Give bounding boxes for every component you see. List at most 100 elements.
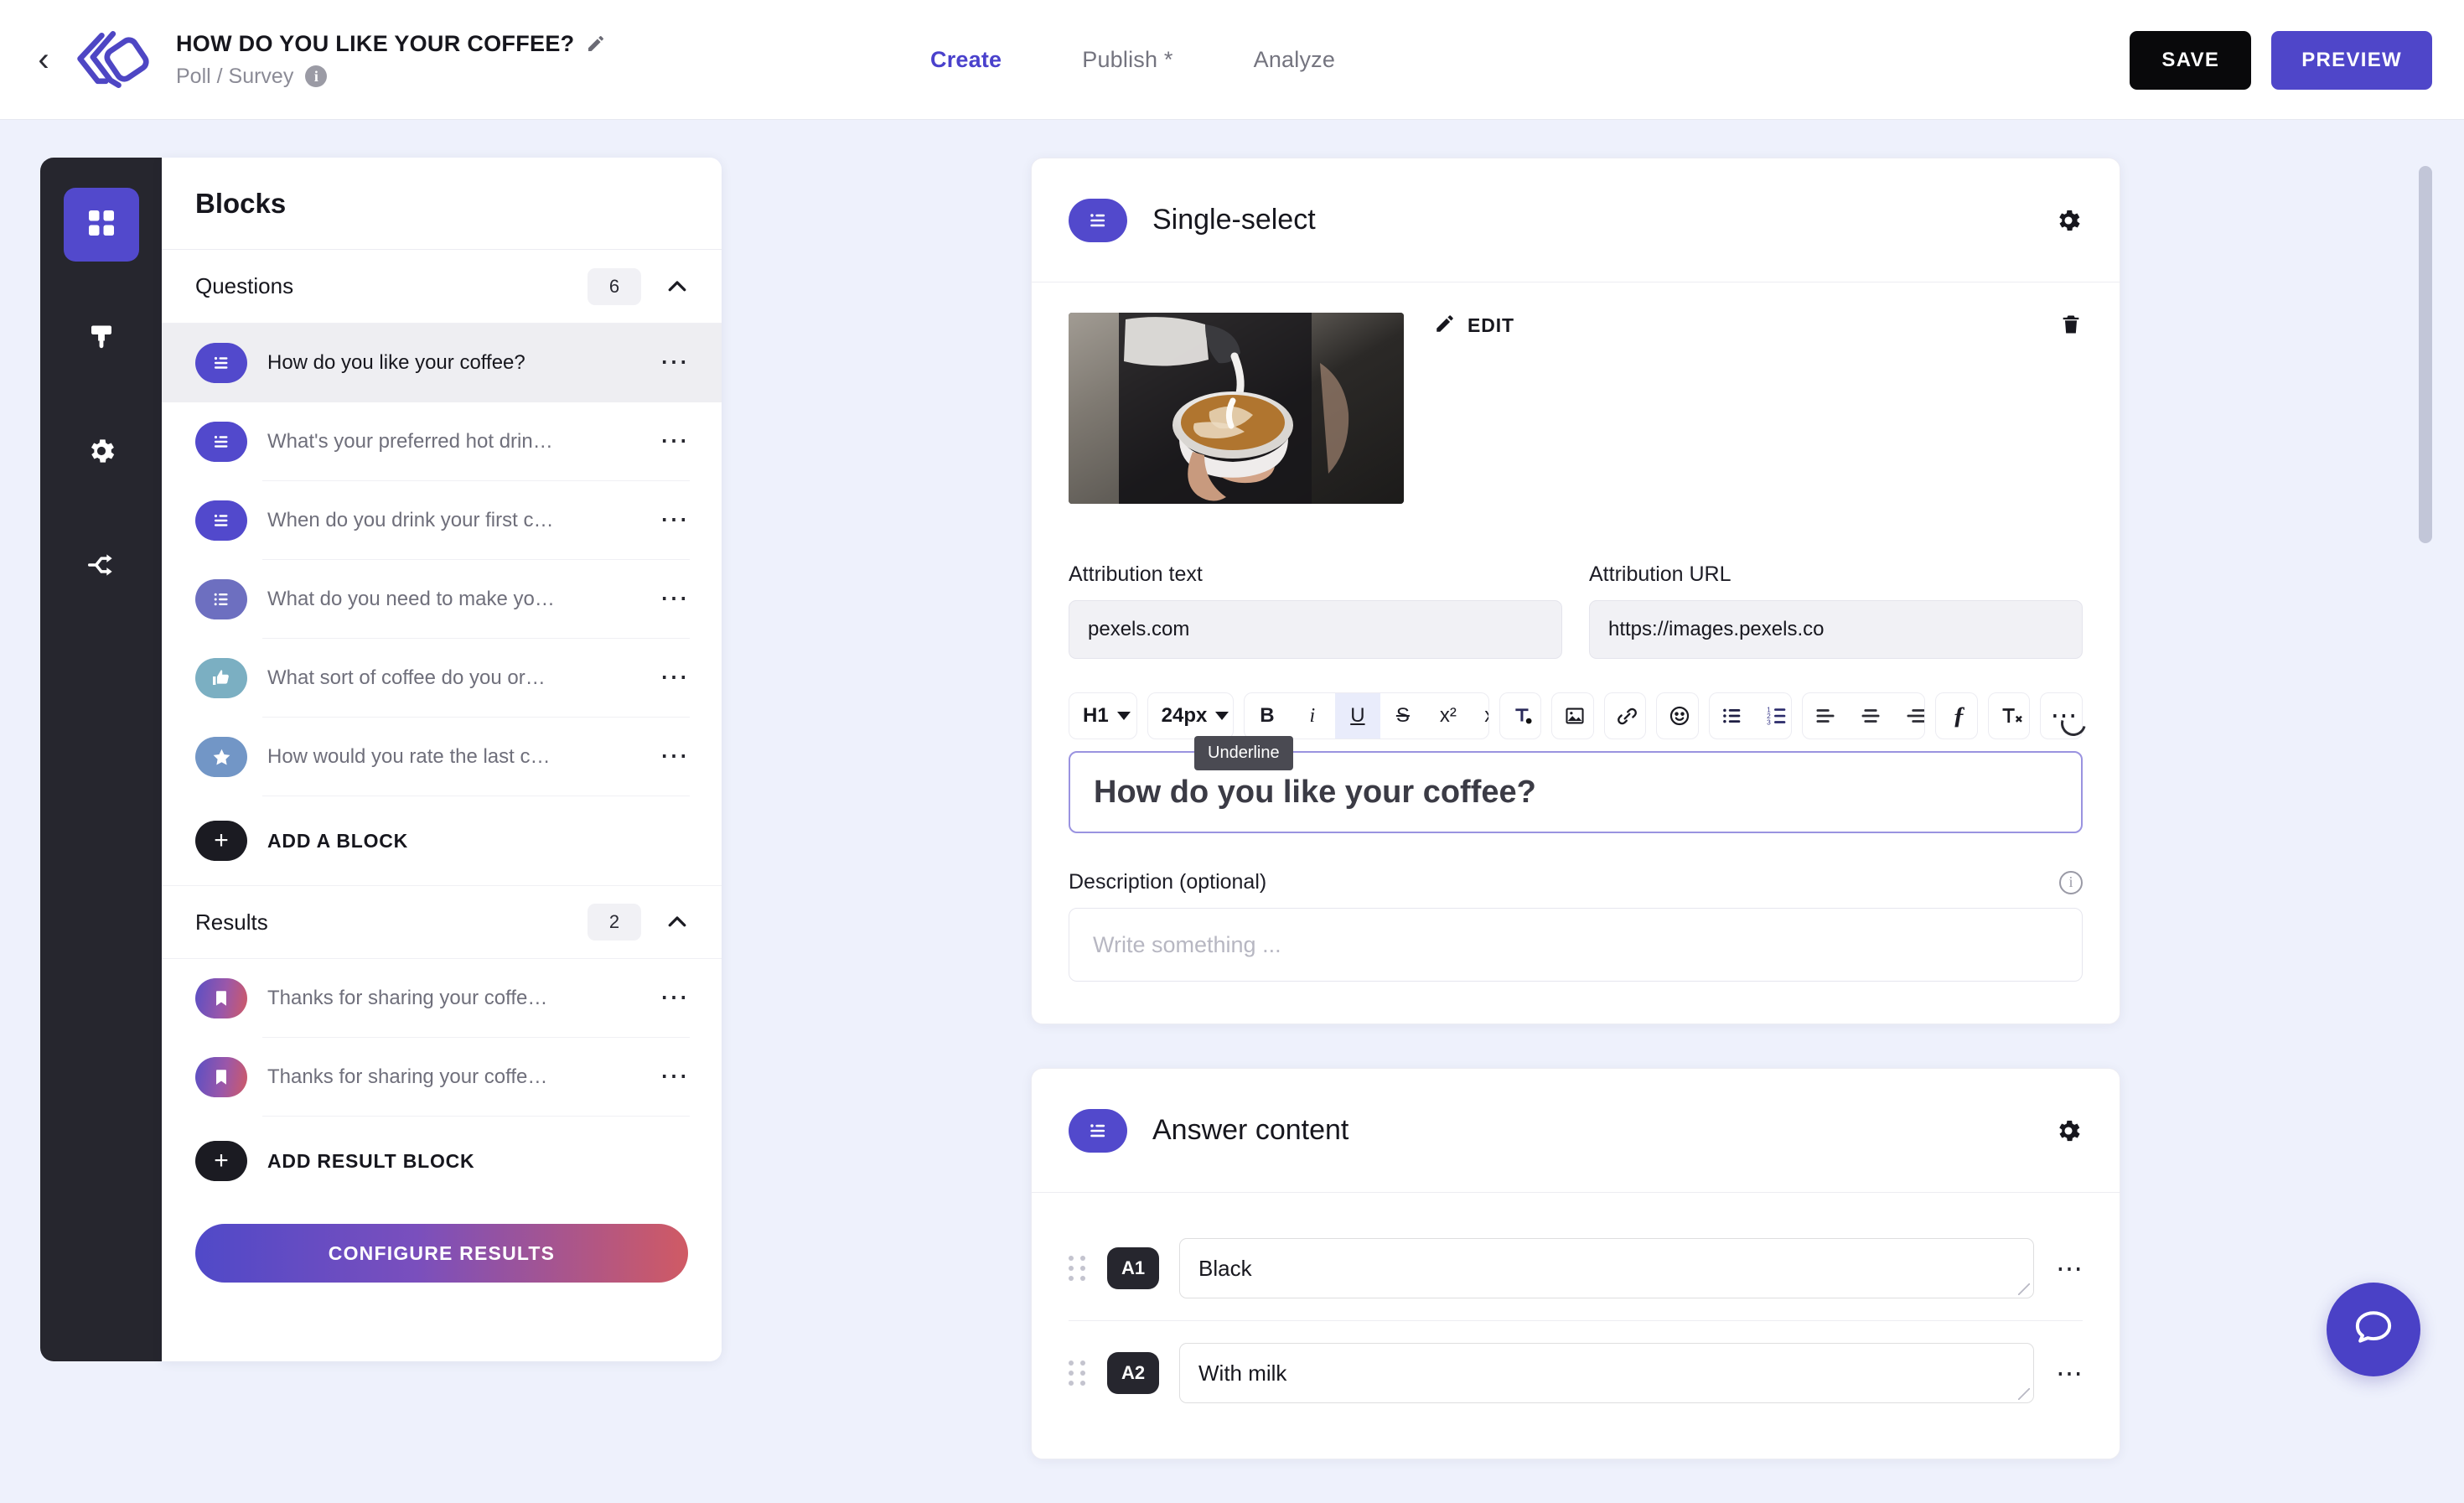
block-row-result-1[interactable]: Thanks for sharing your coffe… ⋯ [162, 959, 722, 1038]
font-size-select[interactable]: 24px [1147, 692, 1234, 739]
answer-text-value: Black [1198, 1256, 1252, 1282]
block-row-question-5[interactable]: What sort of coffee do you or… ⋯ [162, 639, 722, 718]
chevron-down-icon [1215, 712, 1229, 720]
chevron-down-icon [1117, 712, 1131, 720]
strikethrough-button[interactable]: S [1380, 693, 1426, 739]
attribution-url-input[interactable] [1589, 600, 2083, 659]
heading-select-value: H1 [1083, 704, 1109, 728]
block-row-question-3[interactable]: When do you drink your first c… ⋯ [162, 481, 722, 560]
align-center-icon[interactable] [1848, 693, 1893, 739]
tab-publish[interactable]: Publish * [1082, 47, 1172, 73]
bullet-list-icon[interactable] [1710, 693, 1755, 739]
answer-text-value: With milk [1198, 1360, 1286, 1386]
gear-icon [85, 435, 117, 471]
description-label-row: Description (optional) i [1069, 870, 2083, 894]
block-more-options-icon[interactable]: ⋯ [660, 436, 690, 448]
numbered-list-icon[interactable]: 123 [1755, 693, 1792, 739]
link-icon[interactable] [1605, 693, 1647, 739]
align-left-icon[interactable] [1803, 693, 1848, 739]
preview-button[interactable]: PREVIEW [2271, 31, 2432, 90]
answer-text-input[interactable]: With milk [1179, 1343, 2034, 1403]
block-row-question-2[interactable]: What's your preferred hot drin… ⋯ [162, 402, 722, 481]
chevron-up-icon[interactable] [665, 274, 690, 299]
superscript-button[interactable]: x² [1426, 693, 1471, 739]
answer-row-a2: A2 With milk ⋯ [1069, 1320, 2083, 1425]
chat-support-button[interactable] [2327, 1283, 2420, 1376]
underline-button[interactable]: U [1335, 693, 1380, 739]
block-more-options-icon[interactable]: ⋯ [660, 515, 690, 526]
info-icon[interactable]: i [305, 65, 327, 87]
block-more-options-icon[interactable]: ⋯ [660, 751, 690, 763]
answer-text-input[interactable]: Black [1179, 1238, 2034, 1298]
block-label: Thanks for sharing your coffe… [267, 987, 660, 1010]
question-card-body: EDIT Attribution text Attribution URL [1032, 282, 2120, 1024]
heading-select[interactable]: H1 [1069, 692, 1137, 739]
canvas-scrollbar-thumb[interactable] [2419, 166, 2432, 543]
image-icon[interactable] [1552, 693, 1594, 739]
answer-card-title: Answer content [1152, 1114, 2054, 1147]
chat-bubble-icon [2350, 1304, 2397, 1355]
svg-text:3: 3 [1767, 718, 1771, 726]
rail-item-settings[interactable] [64, 416, 139, 490]
info-icon[interactable]: i [2059, 871, 2083, 894]
block-label: What do you need to make yo… [267, 588, 660, 611]
question-image-thumbnail[interactable] [1069, 313, 1404, 504]
answer-more-options-icon[interactable]: ⋯ [2056, 1368, 2083, 1379]
rail-item-blocks[interactable] [64, 188, 139, 262]
block-row-question-1[interactable]: How do you like your coffee? ⋯ [162, 324, 722, 402]
pencil-icon [1434, 313, 1456, 339]
drag-handle-icon[interactable] [1069, 1256, 1090, 1281]
block-row-question-4[interactable]: What do you need to make yo… ⋯ [162, 560, 722, 639]
edit-image-button[interactable]: EDIT [1434, 313, 1514, 339]
results-section-header[interactable]: Results 2 [162, 885, 722, 959]
gear-icon[interactable] [2054, 1117, 2083, 1145]
italic-button[interactable]: i [1290, 693, 1335, 739]
chevron-up-icon[interactable] [665, 910, 690, 935]
trash-icon[interactable] [2059, 313, 2083, 340]
answer-more-options-icon[interactable]: ⋯ [2056, 1263, 2083, 1274]
rail-item-design[interactable] [64, 302, 139, 376]
gear-icon[interactable] [2054, 206, 2083, 235]
resize-handle-icon[interactable] [2018, 1388, 2030, 1400]
bookmark-icon [195, 978, 247, 1018]
app-logo-icon[interactable] [69, 23, 149, 96]
attribution-row: Attribution text Attribution URL [1069, 562, 2083, 659]
align-right-icon[interactable] [1893, 693, 1926, 739]
formula-icon[interactable]: ƒ [1936, 693, 1978, 739]
tab-create[interactable]: Create [930, 47, 1002, 73]
blocks-panel: Blocks Questions 6 How do you like your … [162, 158, 722, 1361]
subscript-button[interactable]: x₂ [1471, 693, 1489, 739]
block-more-options-icon[interactable]: ⋯ [660, 672, 690, 684]
underline-tooltip: Underline [1194, 736, 1293, 770]
block-row-question-6[interactable]: How would you rate the last c… ⋯ [162, 718, 722, 796]
description-input[interactable]: Write something ... [1069, 908, 2083, 982]
configure-results-button[interactable]: CONFIGURE RESULTS [195, 1224, 688, 1283]
emoji-icon[interactable] [1657, 693, 1699, 739]
answer-content-card: Answer content A1 Black ⋯ A2 With milk [1031, 1068, 2120, 1459]
attribution-text-input[interactable] [1069, 600, 1562, 659]
edit-title-pencil-icon[interactable] [586, 34, 606, 54]
single-select-icon [1069, 1109, 1127, 1153]
drag-handle-icon[interactable] [1069, 1360, 1090, 1386]
description-placeholder: Write something ... [1093, 932, 1281, 958]
answer-badge: A1 [1107, 1247, 1159, 1289]
block-more-options-icon[interactable]: ⋯ [660, 593, 690, 605]
tab-analyze[interactable]: Analyze [1254, 47, 1335, 73]
block-more-options-icon[interactable]: ⋯ [660, 992, 690, 1004]
back-chevron-icon[interactable]: ‹ [22, 43, 65, 76]
text-color-icon[interactable] [1500, 693, 1542, 739]
attribution-text-field: Attribution text [1069, 562, 1562, 659]
block-row-result-2[interactable]: Thanks for sharing your coffe… ⋯ [162, 1038, 722, 1117]
insert-link-group [1604, 692, 1647, 739]
block-more-options-icon[interactable]: ⋯ [660, 1071, 690, 1083]
clear-format-icon[interactable] [1989, 693, 2031, 739]
add-result-block-button[interactable]: + ADD RESULT BLOCK [162, 1117, 722, 1205]
add-a-block-button[interactable]: + ADD A BLOCK [162, 796, 722, 885]
questions-section-header[interactable]: Questions 6 [162, 250, 722, 324]
bold-button[interactable]: B [1245, 693, 1290, 739]
share-branch-icon [85, 549, 117, 585]
block-more-options-icon[interactable]: ⋯ [660, 357, 690, 369]
save-button[interactable]: SAVE [2130, 31, 2251, 90]
rail-item-logic[interactable] [64, 530, 139, 604]
resize-handle-icon[interactable] [2018, 1283, 2030, 1295]
